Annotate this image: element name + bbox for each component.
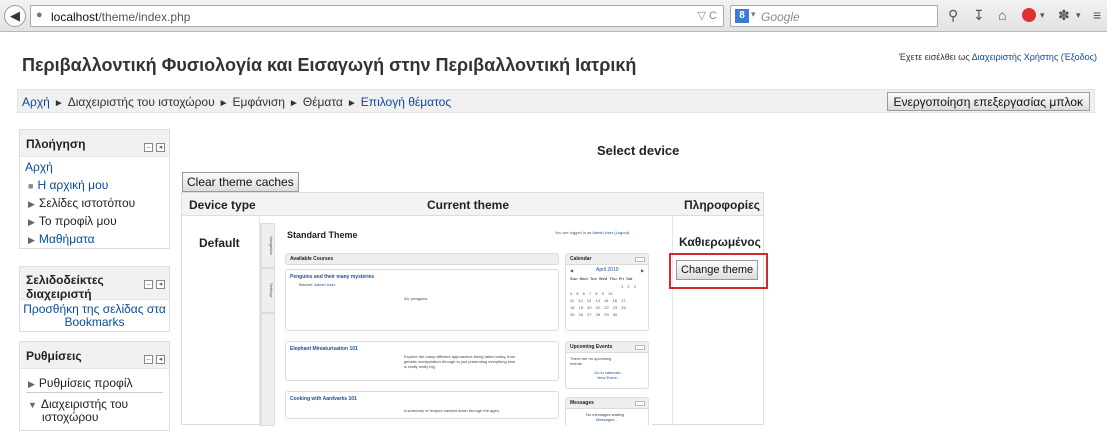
dock-icon[interactable]: – [144,355,153,364]
navigation-block-title: Πλοήγηση [26,137,86,151]
reload-icon[interactable]: ▽ C [698,9,717,22]
logout-link[interactable]: (Έξοδος) [1061,52,1097,62]
preview-login: You are logged in as Admin User (Logout) [555,230,630,235]
breadcrumb-appearance[interactable]: Εμφάνιση [233,95,285,109]
preview-course-card: Elephant Miniaturisation 101 Explore the… [285,341,559,381]
nav-item-my-profile[interactable]: ▶ Το προφίλ μου [28,214,117,228]
breadcrumb-themes[interactable]: Θέματα [303,95,343,109]
bullet-icon: ■ [28,181,34,191]
browser-toolbar: ◀ ● localhost/theme/index.php ▽ C 8 ▾ Go… [0,0,1107,32]
dock-icon[interactable]: – [144,143,153,152]
dropdown-arrow-icon[interactable]: ▾ [751,9,756,20]
edit-blocks-button[interactable]: Ενεργοποίηση επεξεργασίας μπλοκ [886,92,1090,111]
settings-block-title: Ρυθμίσεις [26,349,82,363]
url-text[interactable]: localhost/theme/index.php [51,10,190,24]
theme-preview-image: Navigation Settings Standard Theme You a… [260,223,652,426]
add-bookmark-link[interactable]: Προσθήκη της σελίδας στα Bookmarks [20,303,169,329]
nav-home-link[interactable]: Αρχή [25,160,53,174]
settings-item-profile[interactable]: ▶ Ρυθμίσεις προφίλ [28,376,133,390]
change-theme-button[interactable]: Change theme [676,260,759,280]
expand-arrow-icon: ▶ [28,235,35,245]
preview-calendar: Calendar ◀ April 2010 ▶ Sun Mon Tue Wed … [565,253,649,331]
search-icon[interactable]: ⚲ [948,7,958,24]
collapse-arrow-icon: ▼ [28,400,37,410]
globe-icon: ● [36,9,43,21]
home-icon[interactable]: ⌂ [998,7,1006,23]
select-device-heading: Select device [597,143,680,158]
breadcrumb-home[interactable]: Αρχή [22,95,50,109]
calendar-prev-icon: ◀ [570,268,574,273]
search-bar[interactable]: 8 ▾ Google [730,5,938,27]
clear-theme-caches-button[interactable]: Clear theme caches [182,172,299,192]
abp-dropdown-icon[interactable]: ▾ [1040,10,1045,21]
device-default: Default [199,236,240,250]
page-title: Περιβαλλοντική Φυσιολογία και Εισαγωγή σ… [22,55,637,75]
settings-item-site-admin[interactable]: ▼ Διαχειριστής του ιστοχώρου [28,398,128,423]
collapse-icon[interactable]: ◂ [156,355,165,364]
theme-default-label: Καθιερωμένος [679,235,761,249]
table-header: Device type Current theme Πληροφορίες [182,193,763,216]
abp-icon[interactable] [1022,8,1036,22]
breadcrumb-site-admin[interactable]: Διαχειριστής του ιστοχώρου [68,95,215,109]
bookmarks-block-title: Σελιδοδείκτες διαχειριστή [26,273,104,301]
header-current-theme: Current theme [427,198,510,212]
settings-block: Ρυθμίσεις – ◂ ▶ Ρυθμίσεις προφίλ ▼ Διαχειρι… [19,341,170,431]
expand-arrow-icon: ▶ [28,217,35,227]
user-link[interactable]: Διαχειριστής Χρήστης [972,52,1059,62]
preview-course-card: Cooking with Aardvarks 101 A summary of … [285,391,559,419]
preview-course-card: Penguins and their many mysteries Teache… [285,269,559,331]
bookmarks-block: Σελιδοδείκτες διαχειριστή – ◂ Προσθήκη της… [19,266,170,332]
expand-arrow-icon: ▶ [28,379,35,389]
breadcrumb-theme-selector[interactable]: Επιλογή θέματος [361,95,451,109]
search-input[interactable]: Google [761,10,800,24]
toolbar-dropdown-icon[interactable]: ▾ [1076,10,1081,21]
expand-arrow-icon: ▶ [28,199,35,209]
nav-item-site-pages[interactable]: ▶ Σελίδες ιστοτόπου [28,196,135,210]
navigation-block: Πλοήγηση – ◂ Αρχή ■ Η αρχική μου ▶ Σελίδες … [19,129,170,249]
preview-available-courses: Available Courses [285,253,559,265]
preview-navigation-tab: Navigation [261,223,275,268]
preview-messages: Messages No messages waiting Messages... [565,397,649,426]
nav-item-my-home[interactable]: ■ Η αρχική μου [28,178,108,192]
device-table: Device type Current theme Πληροφορίες De… [181,192,768,426]
dock-icon[interactable]: – [144,280,153,289]
navbar: Αρχή ► Διαχειριστής του ιστοχώρου ► Εμφάνιση… [17,89,1095,113]
preview-title: Standard Theme [287,230,358,240]
collapse-icon[interactable]: ◂ [156,143,165,152]
menu-icon[interactable]: ≡ [1093,7,1101,23]
breadcrumb-separator: ► [53,98,64,109]
collapse-icon[interactable]: ◂ [156,280,165,289]
calendar-next-icon: ▶ [641,268,645,273]
search-engine-icon[interactable]: 8 [735,9,749,23]
login-info: Έχετε εισέλθει ως Διαχειριστής Χρήστης (… [898,52,1097,62]
extension-icon[interactable]: ✽ [1058,7,1070,24]
header-info: Πληροφορίες [684,198,761,212]
back-arrow-icon[interactable]: ◀ [4,5,26,27]
preview-upcoming-events: Upcoming Events There are no upcoming eve… [565,341,649,389]
download-icon[interactable]: ↧ [973,7,985,24]
nav-item-courses[interactable]: ▶ Μαθήματα [28,232,95,246]
header-device-type: Device type [189,198,256,212]
address-bar[interactable]: ● localhost/theme/index.php ▽ C [30,5,724,27]
preview-settings-tab: Settings [261,268,275,313]
breadcrumb: Αρχή ► Διαχειριστής του ιστοχώρου ► Εμφάνιση… [22,95,452,109]
